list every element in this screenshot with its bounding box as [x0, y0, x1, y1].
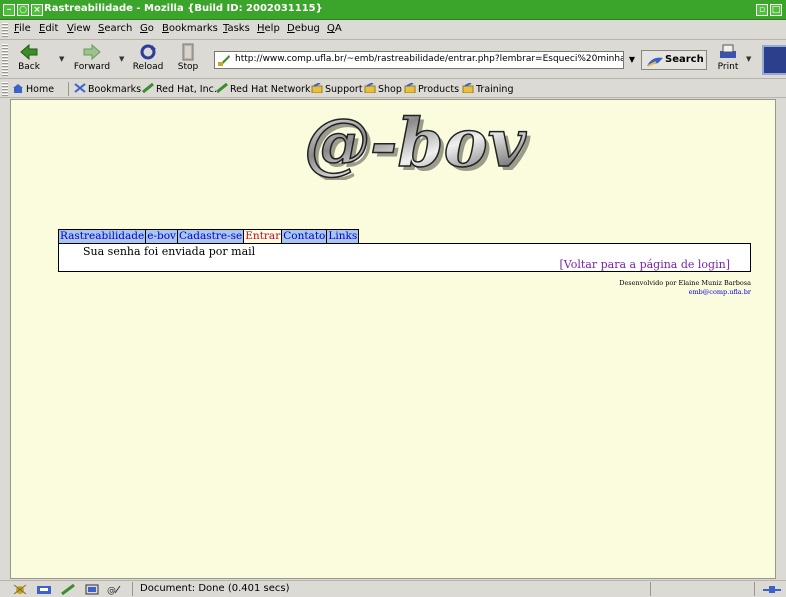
- bookmark-folder-training[interactable]: Training: [462, 83, 514, 95]
- menu-tasks[interactable]: Tasks: [223, 23, 250, 34]
- forward-dropdown-icon[interactable]: ▼: [119, 55, 124, 63]
- status-separator: [132, 582, 133, 596]
- nav-rastreabilidade[interactable]: Rastreabilidade: [58, 229, 147, 244]
- title-bar: – ○ × Rastreabilidade - Mozilla {Build I…: [0, 0, 786, 20]
- personal-toolbar-grip[interactable]: [2, 82, 8, 96]
- toolbar-grip[interactable]: [2, 44, 8, 76]
- back-arrow-icon: [20, 43, 38, 61]
- site-nav: Rastreabilidade e-bov Cadastre-se Entrar Con…: [58, 229, 360, 244]
- redhat-link-icon: [142, 83, 154, 93]
- shade-icon[interactable]: ○: [17, 4, 29, 16]
- personal-toolbar: Home Bookmarks Red Hat, Inc. Red Hat Net…: [0, 80, 786, 98]
- progress-cell: [650, 582, 651, 596]
- page-content: @-bov @-bov Rastreabilidade e-bov Cadastre…: [10, 99, 776, 579]
- toolbar-separator: [68, 82, 69, 96]
- minimize-icon[interactable]: ▫: [756, 4, 768, 16]
- bookmark-redhat[interactable]: Red Hat, Inc.: [142, 83, 217, 95]
- nav-cadastre-se[interactable]: Cadastre-se: [176, 229, 245, 244]
- stop-button[interactable]: Stop: [174, 43, 202, 72]
- url-field[interactable]: http://www.comp.ufla.br/~emb/rastreabili…: [214, 51, 624, 69]
- nav-ebov[interactable]: e-bov: [145, 229, 178, 244]
- browser-window: – ○ × Rastreabilidade - Mozilla {Build I…: [0, 0, 786, 597]
- back-to-login-link[interactable]: [Voltar para a página de login]: [560, 258, 731, 271]
- menu-bookmarks[interactable]: Bookmarks: [162, 23, 218, 34]
- menu-file[interactable]: File: [14, 23, 31, 34]
- stop-icon: [182, 43, 194, 61]
- nav-contato[interactable]: Contato: [281, 229, 328, 244]
- menubar-grip[interactable]: [2, 23, 8, 37]
- ebov-logo: @-bov @-bov: [303, 108, 530, 180]
- nav-links[interactable]: Links: [326, 229, 360, 244]
- svg-text:@-bov: @-bov: [304, 108, 527, 180]
- reload-icon: [140, 44, 156, 60]
- menu-bar: File Edit View Search Go Bookmarks Tasks…: [0, 20, 786, 40]
- forward-arrow-icon: [83, 43, 101, 61]
- reload-button[interactable]: Reload: [130, 43, 166, 72]
- credit-line: Desenvolvido por Elaine Muniz Barbosa: [619, 279, 751, 287]
- print-dropdown-icon[interactable]: ▼: [746, 55, 751, 63]
- bookmarks-button[interactable]: Bookmarks: [74, 83, 141, 95]
- close-icon[interactable]: ×: [31, 4, 43, 16]
- status-text: Document: Done (0.401 secs): [140, 583, 290, 594]
- mozilla-throbber-icon[interactable]: [762, 45, 786, 75]
- url-dropdown-icon[interactable]: ▼: [626, 52, 638, 68]
- bookmark-redhat-network[interactable]: Red Hat Network: [216, 83, 310, 95]
- menu-help[interactable]: Help: [257, 23, 280, 34]
- nav-entrar[interactable]: Entrar: [243, 229, 283, 244]
- bookmark-folder-shop[interactable]: Shop: [364, 83, 402, 95]
- developer-credit: Desenvolvido por Elaine Muniz Barbosa em…: [619, 279, 751, 297]
- page-proxy-icon: [218, 55, 230, 66]
- navigator-icon[interactable]: [12, 584, 28, 595]
- menu-edit[interactable]: Edit: [39, 23, 58, 34]
- bookmark-folder-products[interactable]: Products: [404, 83, 459, 95]
- menu-go[interactable]: Go: [140, 23, 154, 34]
- menu-qa[interactable]: QA: [327, 23, 342, 34]
- printer-icon: [720, 44, 736, 58]
- home-icon: [13, 84, 23, 93]
- home-button[interactable]: Home: [12, 83, 54, 95]
- forward-button[interactable]: Forward: [72, 43, 112, 72]
- mail-icon[interactable]: [36, 584, 52, 595]
- menu-search[interactable]: Search: [98, 23, 132, 34]
- window-menu-icon[interactable]: –: [3, 4, 15, 16]
- bookmarks-icon: [74, 83, 86, 93]
- credit-email-link[interactable]: emb@comp.ufla.br: [619, 288, 751, 297]
- security-cell: [754, 582, 755, 596]
- window-title: Rastreabilidade - Mozilla {Build ID: 200…: [44, 3, 323, 14]
- maximize-icon[interactable]: □: [770, 4, 782, 16]
- menu-debug[interactable]: Debug: [287, 23, 320, 34]
- navigation-toolbar: Back ▼ Forward ▼ Reload Stop http://www.…: [0, 41, 786, 79]
- redhat-network-link-icon: [216, 83, 228, 93]
- menu-view[interactable]: View: [67, 23, 91, 34]
- print-button[interactable]: Print: [714, 43, 742, 72]
- folder-icon: [404, 83, 416, 93]
- status-bar: @ Document: Done (0.401 secs): [0, 580, 786, 597]
- address-book-icon[interactable]: [84, 584, 100, 595]
- svg-text:@: @: [107, 586, 116, 595]
- back-button[interactable]: Back: [14, 43, 44, 72]
- search-button[interactable]: Search: [641, 50, 707, 70]
- composer-icon[interactable]: [60, 584, 76, 595]
- search-icon: [647, 57, 663, 67]
- folder-icon: [462, 83, 474, 93]
- bookmark-folder-support[interactable]: Support: [311, 83, 363, 95]
- folder-icon: [311, 83, 323, 93]
- back-dropdown-icon[interactable]: ▼: [59, 55, 64, 63]
- folder-icon: [364, 83, 376, 93]
- online-status-icon[interactable]: [762, 584, 782, 595]
- irc-chat-icon[interactable]: @: [106, 584, 122, 595]
- message-box: Sua senha foi enviada por mail [Voltar p…: [58, 243, 751, 272]
- password-sent-message: Sua senha foi enviada por mail: [83, 245, 256, 258]
